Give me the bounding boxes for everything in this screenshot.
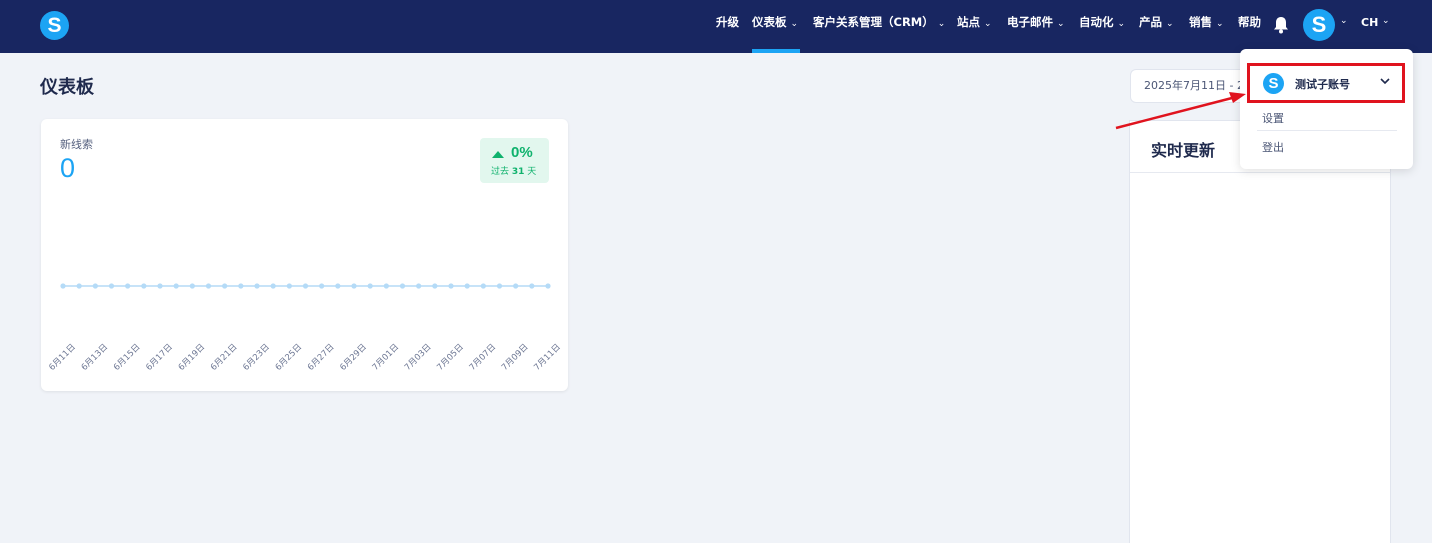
account-dropdown: S 测试子账号 设置 登出 <box>1240 49 1413 169</box>
nav-item-label: 站点 <box>957 15 980 29</box>
x-tick-label: 7月09日 <box>500 342 531 373</box>
nav-item-0[interactable]: 升级 <box>716 0 739 53</box>
data-point[interactable] <box>254 283 260 289</box>
nav-item-8[interactable]: 帮助 <box>1238 0 1261 53</box>
nav-item-2[interactable]: 客户关系管理（CRM） ⌄ <box>813 0 945 53</box>
nav-item-label: 升级 <box>716 15 739 29</box>
account-name: 测试子账号 <box>1295 78 1350 91</box>
chevron-down-icon: ⌄ <box>1117 19 1126 29</box>
nav-item-label: 客户关系管理（CRM） <box>813 15 934 29</box>
account-logo: S <box>1263 73 1284 94</box>
x-tick-label: 6月17日 <box>144 342 175 373</box>
nav-item-4[interactable]: 电子邮件 ⌄ <box>1007 0 1065 53</box>
data-point[interactable] <box>319 283 325 289</box>
nav-item-3[interactable]: 站点 ⌄ <box>957 0 992 53</box>
bell-icon[interactable] <box>1273 16 1289 34</box>
data-point[interactable] <box>286 283 292 289</box>
x-tick-label: 6月25日 <box>274 342 305 373</box>
leads-line-chart: 6月11日 6月13日 6月15日 6月17日 6月19日 6月21日 6月23日 6月25日… <box>47 283 563 373</box>
nav-item-label: 仪表板 <box>752 15 787 29</box>
data-point[interactable] <box>189 283 195 289</box>
x-tick-label: 7月03日 <box>403 342 434 373</box>
divider <box>1130 172 1390 173</box>
x-tick-label: 6月27日 <box>306 342 337 373</box>
data-point[interactable] <box>545 283 551 289</box>
x-tick-label: 6月11日 <box>47 342 78 373</box>
page-title: 仪表板 <box>40 77 94 98</box>
data-point[interactable] <box>513 283 519 289</box>
app-logo[interactable]: S <box>40 11 69 40</box>
realtime-title: 实时更新 <box>1151 141 1216 160</box>
nav-item-5[interactable]: 自动化 ⌄ <box>1079 0 1125 53</box>
nav-item-label: 帮助 <box>1238 15 1261 29</box>
user-avatar[interactable]: S <box>1303 9 1335 41</box>
data-point[interactable] <box>480 283 486 289</box>
data-point[interactable] <box>173 283 179 289</box>
data-point[interactable] <box>464 283 470 289</box>
active-nav-indicator <box>752 49 800 53</box>
nav-item-7[interactable]: 销售 ⌄ <box>1189 0 1224 53</box>
chevron-down-icon[interactable]: ⌄ <box>1340 16 1348 26</box>
data-point[interactable] <box>367 283 373 289</box>
data-point[interactable] <box>222 283 228 289</box>
menu-item-settings[interactable]: 设置 <box>1262 110 1284 126</box>
x-tick-label: 7月07日 <box>468 342 499 373</box>
menu-item-logout[interactable]: 登出 <box>1262 139 1284 155</box>
data-point[interactable] <box>432 283 438 289</box>
chevron-down-icon: ⌄ <box>1216 19 1224 29</box>
x-tick-label: 7月05日 <box>435 342 466 373</box>
x-tick-label: 7月11日 <box>532 342 563 373</box>
x-tick-label: 6月23日 <box>241 342 272 373</box>
chevron-down-icon: ⌄ <box>984 19 992 29</box>
data-point[interactable] <box>496 283 503 289</box>
x-tick-label: 7月01日 <box>371 342 402 373</box>
nav-item-1[interactable]: 仪表板 ⌄ <box>752 0 798 53</box>
x-tick-label: 6月21日 <box>209 342 240 373</box>
data-point[interactable] <box>302 283 309 289</box>
data-point[interactable] <box>92 283 98 289</box>
data-point[interactable] <box>416 283 422 289</box>
data-point[interactable] <box>383 283 389 289</box>
chevron-down-icon: ⌄ <box>937 19 946 29</box>
x-tick-label: 6月29日 <box>338 342 369 373</box>
chevron-down-icon[interactable] <box>1379 75 1391 87</box>
data-point[interactable] <box>351 283 357 289</box>
new-leads-card: 新线索 0 0% 过去 31 天 6月11日 6月13日 6月15日 6月17日 6月1… <box>41 119 568 391</box>
chevron-down-icon[interactable]: ⌄ <box>1382 16 1390 26</box>
nav-item-label: 产品 <box>1139 15 1162 29</box>
nav-item-label: 电子邮件 <box>1007 15 1053 29</box>
data-point[interactable] <box>238 283 244 289</box>
x-tick-label: 6月19日 <box>177 342 208 373</box>
data-point[interactable] <box>205 283 212 289</box>
data-point[interactable] <box>529 283 535 289</box>
divider <box>1257 130 1397 131</box>
nav-item-label: 自动化 <box>1079 15 1114 29</box>
data-point[interactable] <box>141 283 147 289</box>
data-point[interactable] <box>399 283 406 289</box>
x-tick-label: 6月15日 <box>112 342 143 373</box>
language-selector[interactable]: CH <box>1361 16 1378 29</box>
account-switcher[interactable]: S 测试子账号 <box>1247 63 1405 103</box>
chevron-down-icon: ⌄ <box>790 19 799 29</box>
nav-item-6[interactable]: 产品 ⌄ <box>1139 0 1174 53</box>
top-navbar: S 升级 仪表板 ⌄ 客户关系管理（CRM） ⌄ 站点 ⌄ 电子邮件 ⌄ 自动化 ⌄ 产品 ⌄ 销售 ⌄ 帮助… <box>0 0 1432 53</box>
chevron-down-icon: ⌄ <box>1057 19 1065 29</box>
data-point[interactable] <box>60 283 66 289</box>
data-point[interactable] <box>125 283 131 289</box>
realtime-panel: 实时更新 <box>1129 120 1391 543</box>
data-point[interactable] <box>270 283 276 289</box>
data-point[interactable] <box>335 283 341 289</box>
data-point[interactable] <box>448 283 454 289</box>
chevron-down-icon: ⌄ <box>1166 19 1174 29</box>
data-point[interactable] <box>76 283 82 289</box>
data-point[interactable] <box>157 283 163 289</box>
nav-item-label: 销售 <box>1189 15 1212 29</box>
x-tick-label: 6月13日 <box>80 342 111 373</box>
data-point[interactable] <box>108 283 115 289</box>
